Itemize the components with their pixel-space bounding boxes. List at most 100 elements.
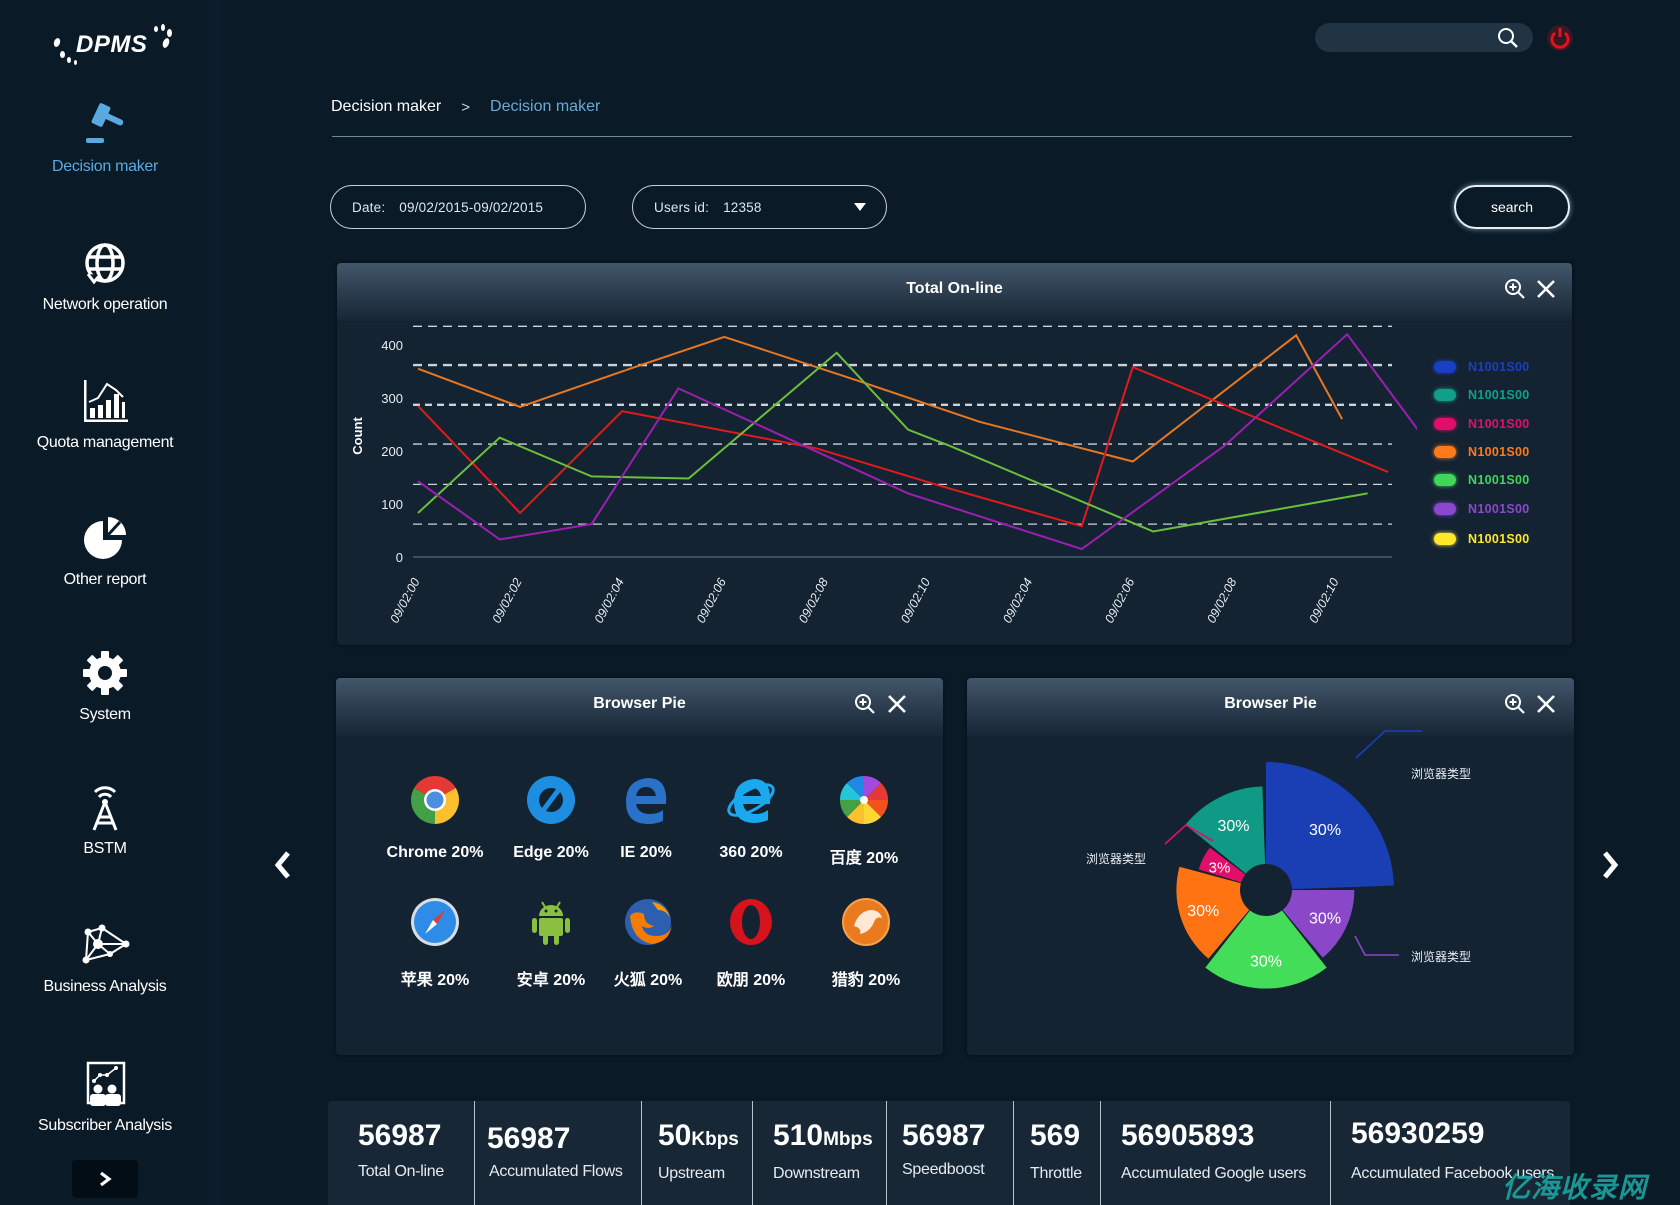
legend-swatch bbox=[1434, 361, 1456, 374]
y-tick-label: 100 bbox=[381, 497, 403, 512]
browser-label: 360 20% bbox=[719, 844, 783, 861]
legend-item[interactable]: N1001S00 bbox=[1434, 381, 1529, 409]
power-icon[interactable] bbox=[1546, 24, 1574, 52]
global-search-input[interactable] bbox=[1329, 27, 1489, 48]
sidebar-item-network-operation[interactable]: Network operation bbox=[0, 238, 210, 314]
sidebar-item-label: Business Analysis bbox=[43, 978, 167, 995]
browser-item-firefox: 火狐 20% bbox=[593, 896, 703, 990]
callout-line bbox=[1355, 730, 1422, 759]
pie-slice-label: 30% bbox=[1250, 953, 1282, 970]
legend-label: N1001S00 bbox=[1468, 445, 1530, 460]
logo-text: DPMS bbox=[76, 31, 148, 58]
legend-item[interactable]: N1001S00 bbox=[1434, 353, 1529, 381]
logo-dot bbox=[67, 57, 71, 63]
chevron-right-icon bbox=[100, 1171, 112, 1187]
sidebar-expand-button[interactable] bbox=[72, 1160, 138, 1198]
sidebar-item-subscriber-analysis[interactable]: Subscriber Analysis bbox=[0, 1059, 210, 1135]
breadcrumb: Decision maker > Decision maker bbox=[331, 98, 600, 116]
sidebar-item-quota-management[interactable]: Quota management bbox=[0, 376, 210, 452]
users-id-label: Users id: bbox=[654, 199, 710, 215]
breadcrumb-item[interactable]: Decision maker bbox=[331, 98, 441, 116]
caret-down-icon bbox=[854, 203, 866, 211]
firefox-icon bbox=[625, 899, 672, 945]
legend-item[interactable]: N1001S00 bbox=[1434, 525, 1529, 553]
search-icon[interactable] bbox=[1497, 27, 1519, 49]
sidebar: DPMS Decision maker Network operation Qu… bbox=[0, 0, 222, 1205]
zoom-in-icon[interactable] bbox=[1504, 278, 1526, 300]
y-tick-label: 300 bbox=[381, 391, 403, 406]
close-icon[interactable] bbox=[886, 693, 908, 715]
browser-item-opera: 欧朋 20% bbox=[696, 896, 806, 990]
line-chart: 0 100 200 300 400 Count 09/02:00 09/02:02 09/02:… bbox=[350, 325, 1417, 626]
stat-value: 56905893 bbox=[1121, 1119, 1254, 1153]
legend-item[interactable]: N1001S00 bbox=[1434, 494, 1529, 522]
stat-value: 56930259 bbox=[1351, 1117, 1484, 1151]
cheetah-icon bbox=[842, 898, 890, 946]
users-id-select[interactable]: Users id: 12358 bbox=[632, 185, 887, 229]
x-tick-label: 09/02:10 bbox=[898, 576, 933, 626]
sidebar-item-decision-maker[interactable]: Decision maker bbox=[0, 100, 210, 176]
sidebar-item-business-analysis[interactable]: Business Analysis bbox=[0, 920, 210, 996]
x-tick-label: 09/02:08 bbox=[796, 576, 831, 626]
sidebar-item-system[interactable]: System bbox=[0, 648, 210, 724]
legend-label: N1001S00 bbox=[1468, 501, 1530, 516]
stat-label: Upstream bbox=[658, 1165, 725, 1182]
legend-swatch bbox=[1434, 474, 1456, 487]
chevron-left-icon[interactable] bbox=[268, 845, 298, 885]
legend-item[interactable]: N1001S00 bbox=[1434, 438, 1529, 466]
sidebar-item-label: BSTM bbox=[83, 840, 127, 857]
search-button[interactable]: search bbox=[1454, 185, 1570, 229]
pie-slice-label: 30% bbox=[1309, 911, 1341, 928]
stat-label: Speedboost bbox=[902, 1161, 985, 1178]
panel-header: Browser Pie bbox=[336, 678, 943, 736]
global-search[interactable] bbox=[1315, 23, 1533, 52]
callout-label: 浏览器类型 bbox=[1411, 766, 1471, 781]
safari-icon bbox=[411, 898, 459, 946]
stat-google-users: 56905893 Accumulated Google users bbox=[1101, 1101, 1331, 1205]
legend-label: N1001S00 bbox=[1468, 473, 1530, 488]
stat-number: 510 bbox=[773, 1119, 824, 1152]
sidebar-item-bstm[interactable]: BSTM bbox=[0, 782, 210, 858]
pie-slice-label: 30% bbox=[1187, 903, 1219, 920]
callout-line bbox=[1354, 935, 1399, 956]
chevron-right-icon[interactable] bbox=[1595, 845, 1625, 885]
browser-label: IE 20% bbox=[620, 844, 672, 861]
header-divider bbox=[332, 136, 1572, 137]
browser-label: 苹果 20% bbox=[400, 972, 470, 989]
x-tick-label: 09/02:06 bbox=[1102, 576, 1137, 626]
sidebar-item-other-report[interactable]: Other report bbox=[0, 513, 210, 589]
stat-total-online: 56987 Total On-line bbox=[328, 1101, 475, 1205]
browser-list-panel: Browser Pie Chrome 20% Edge 20% IE 20% 3… bbox=[336, 678, 943, 1055]
stat-unit: Mbps bbox=[823, 1129, 873, 1150]
users-id-value: 12358 bbox=[723, 199, 762, 215]
sidebar-item-label: Decision maker bbox=[51, 158, 159, 175]
browser-label: Chrome 20% bbox=[386, 844, 484, 861]
legend-label: N1001S00 bbox=[1468, 416, 1530, 431]
legend-item[interactable]: N1001S00 bbox=[1434, 466, 1529, 494]
globe-sync-icon bbox=[85, 243, 125, 285]
legend-swatch bbox=[1434, 417, 1456, 430]
date-range-field[interactable]: Date: 09/02/2015-09/02/2015 bbox=[330, 185, 586, 229]
browser-label: Edge 20% bbox=[513, 844, 589, 861]
pie-slice-label: 30% bbox=[1217, 818, 1249, 835]
stat-value: 569 bbox=[1030, 1119, 1080, 1153]
browser-item-baidu: 百度 20% bbox=[809, 774, 919, 868]
close-icon[interactable] bbox=[1535, 278, 1557, 300]
legend-item[interactable]: N1001S00 bbox=[1434, 410, 1529, 438]
stat-unit: Kbps bbox=[691, 1129, 739, 1150]
sidebar-item-label: Other report bbox=[63, 571, 147, 588]
edge-icon bbox=[527, 776, 575, 824]
stat-throttle: 569 Throttle bbox=[1014, 1101, 1101, 1205]
logo-dot bbox=[161, 37, 171, 49]
sidebar-item-label: System bbox=[79, 706, 131, 723]
breadcrumb-current: Decision maker bbox=[490, 98, 601, 115]
browser-item-chrome: Chrome 20% bbox=[380, 774, 490, 862]
browser-label: 猎豹 20% bbox=[831, 972, 901, 989]
legend-swatch bbox=[1434, 502, 1456, 515]
zoom-in-icon[interactable] bbox=[854, 693, 876, 715]
presentation-users-icon bbox=[86, 1061, 126, 1106]
gear-icon bbox=[83, 651, 127, 695]
stat-label: Accumulated Flows bbox=[489, 1163, 623, 1180]
sidebar-item-label: Quota management bbox=[36, 434, 174, 451]
stat-speedboost: 56987 Speedboost bbox=[887, 1101, 1014, 1205]
